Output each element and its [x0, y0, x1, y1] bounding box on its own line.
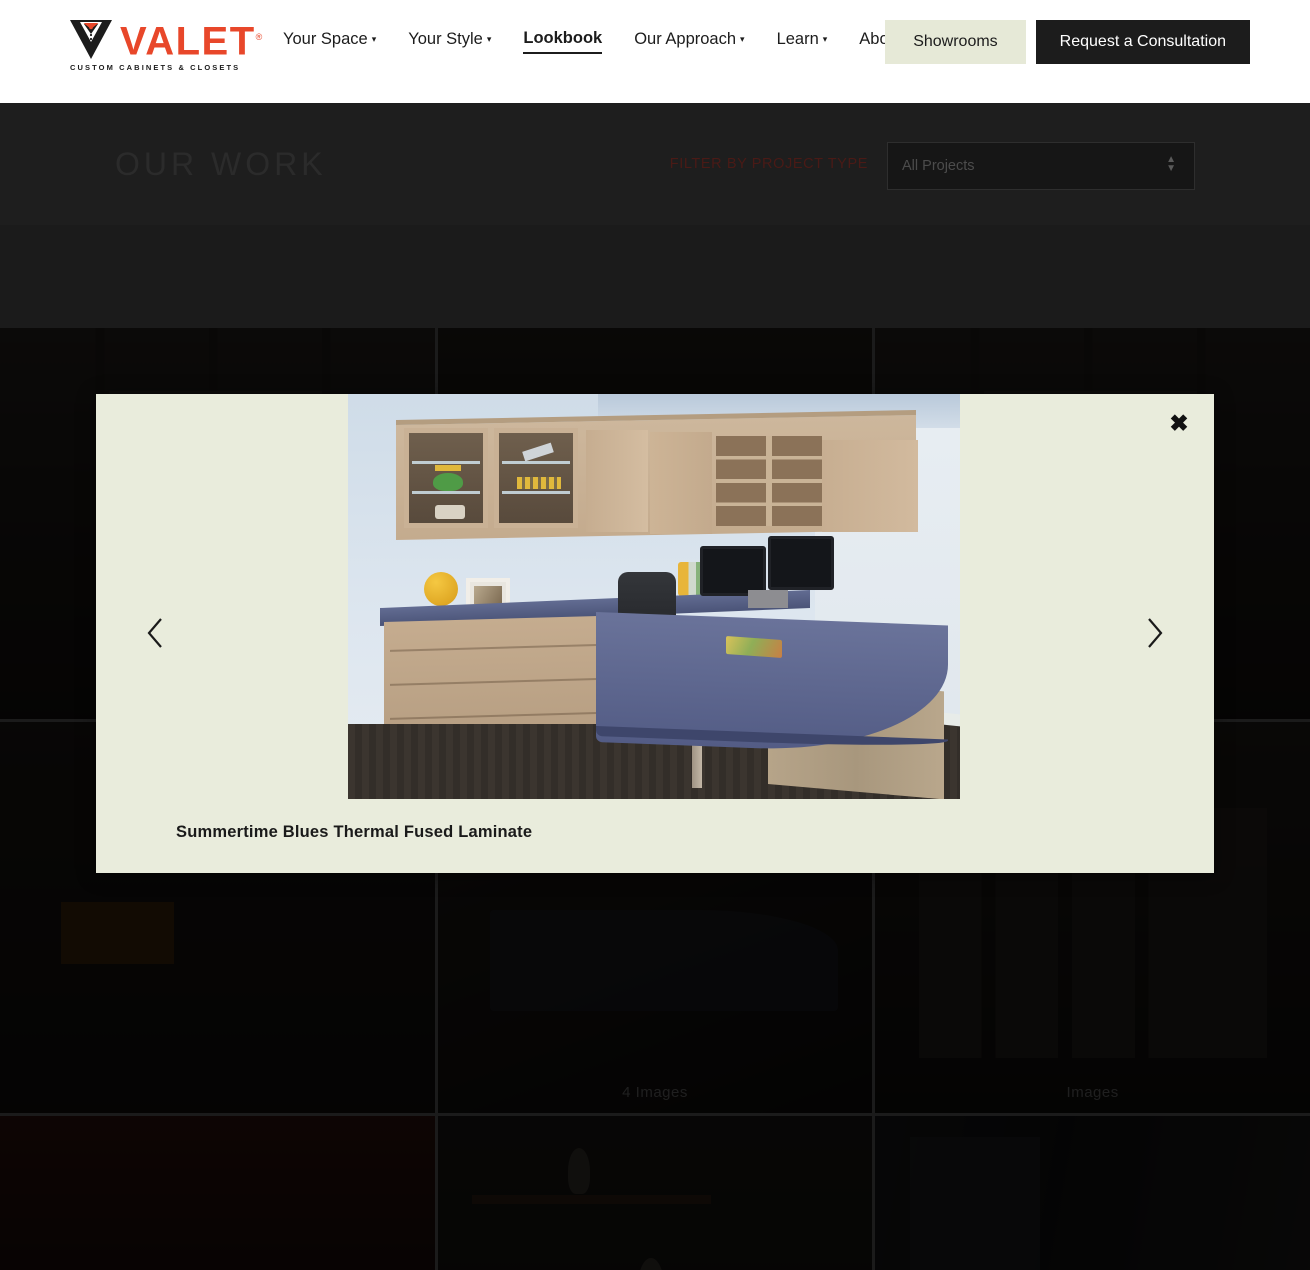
lookbook-page: VALET® CUSTOM CABINETS & CLOSETS Your Sp… [0, 0, 1310, 1270]
photo-globe [424, 572, 458, 606]
work-toolbar: OUR WORK FILTER BY PROJECT TYPE All Proj… [0, 103, 1310, 225]
page-title: OUR WORK [115, 146, 327, 182]
main-navigation: Your Space ▾ Your Style ▾ Lookbook Our App… [283, 29, 968, 54]
previous-arrow-icon[interactable] [132, 610, 178, 656]
photo-decor-object [435, 505, 465, 519]
nav-label: Your Style [408, 30, 483, 48]
nav-label: Our Approach [634, 30, 737, 48]
nav-label: Learn [776, 30, 819, 48]
nav-item-our-approach[interactable]: Our Approach ▾ [634, 30, 744, 53]
decor-vase [568, 1147, 591, 1194]
photo-glass-cabinet-right [494, 428, 578, 528]
photo-decor-scissors [522, 442, 554, 462]
nav-item-lookbook[interactable]: Lookbook [523, 29, 603, 54]
chevron-left-glyph [147, 618, 162, 648]
photo-glass-cabinet-left [404, 428, 488, 528]
photo-monitor-right [768, 536, 834, 590]
chevron-down-icon: ▾ [740, 34, 745, 44]
close-icon[interactable]: ✖ [1162, 406, 1196, 440]
chevron-down-icon: ▾ [486, 34, 492, 44]
nav-item-learn[interactable]: Learn ▾ [777, 30, 828, 53]
logo-wordmark-text: VALET [120, 19, 256, 64]
logo-wordmark: VALET® [120, 17, 264, 61]
nav-item-your-space[interactable]: Your Space ▾ [283, 30, 376, 53]
project-type-select[interactable]: All Projects ▲ ▼ [887, 142, 1195, 190]
photo-monitor-stand [748, 590, 788, 608]
stepper-arrows-icon: ▲ ▼ [1166, 155, 1176, 174]
nav-label: Your Space [283, 30, 368, 48]
logo-tagline: CUSTOM CABINETS & CLOSETS [70, 63, 241, 72]
tuxedo-bowtie-v-icon [68, 18, 114, 60]
header-actions: Showrooms Request a Consultation [885, 20, 1250, 64]
project-type-value: All Projects [902, 158, 975, 174]
next-arrow-icon[interactable] [1132, 610, 1178, 656]
gallery-tile-window-office[interactable] [875, 1116, 1310, 1270]
photo-cabinet-door-b [650, 432, 712, 534]
nav-item-your-style[interactable]: Your Style ▾ [408, 30, 491, 53]
lightbox-caption: Summertime Blues Thermal Fused Laminate [176, 823, 533, 841]
photo-cabinet-door-a [586, 430, 648, 532]
photo-drawer-line [390, 643, 628, 652]
chevron-right-glyph [1148, 618, 1163, 648]
photo-drawer-line [390, 711, 628, 720]
photo-glass-shelf [412, 491, 480, 494]
arrow-down-icon: ▼ [1166, 163, 1176, 174]
photo-desk-magazine [726, 636, 782, 658]
photo-monitor-left [700, 546, 766, 596]
showrooms-button[interactable]: Showrooms [885, 20, 1026, 64]
chevron-down-icon: ▾ [371, 34, 377, 44]
photo-glass-shelf [502, 491, 570, 494]
site-logo[interactable]: VALET® CUSTOM CABINETS & CLOSETS [68, 18, 262, 78]
photo-decor-book [435, 465, 461, 471]
logo-trademark: ® [255, 31, 264, 42]
nav-label: Lookbook [523, 29, 603, 47]
photo-decor-books [517, 477, 561, 489]
lightbox-modal: ✖ Summertime Blues Thermal Fused Laminat… [96, 394, 1214, 873]
decor-vase [637, 1258, 664, 1270]
photo-upper-cabinet-right [822, 440, 918, 532]
photo-glass-shelf [412, 461, 480, 464]
request-consultation-button[interactable]: Request a Consultation [1035, 20, 1250, 64]
photo-drawer-line [390, 677, 628, 686]
chevron-down-icon: ▾ [822, 34, 828, 44]
photo-cubby-organizer [716, 436, 822, 526]
photo-decor-plant [433, 473, 463, 491]
photo-glass-shelf [502, 461, 570, 464]
logo-row: VALET® [68, 17, 264, 61]
gallery-tile-floating-shelves[interactable] [437, 1116, 873, 1270]
lightbox-image [348, 394, 960, 799]
tile-image-count: Images [1066, 1084, 1119, 1101]
site-header: VALET® CUSTOM CABINETS & CLOSETS Your Sp… [0, 0, 1310, 103]
filter-label: FILTER BY PROJECT TYPE [669, 156, 868, 172]
tile-image-count: 4 Images [622, 1084, 688, 1101]
gallery-tile-red-accent-room[interactable] [0, 1116, 435, 1270]
